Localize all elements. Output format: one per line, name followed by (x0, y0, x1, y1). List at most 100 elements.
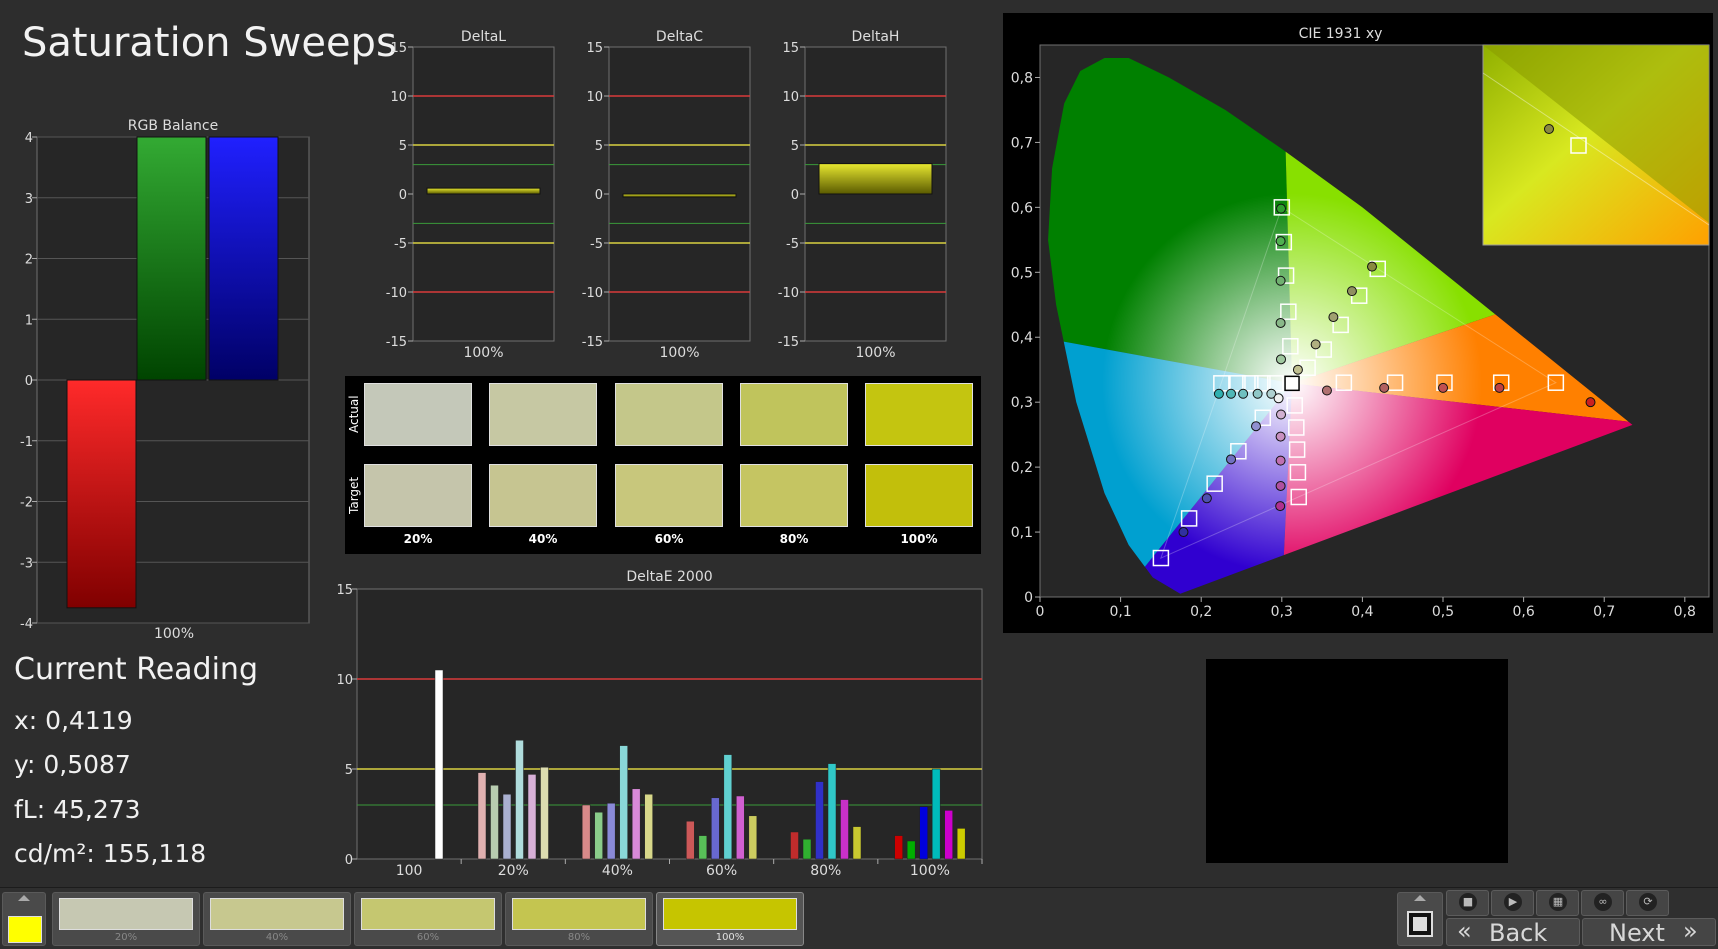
measured-point (1275, 455, 1286, 466)
deltae-bar (931, 768, 941, 860)
patch-thumbnail-button[interactable]: 100% (656, 892, 804, 946)
measured-point (1273, 393, 1284, 404)
reading-fl: fL: 45,273 (14, 795, 141, 824)
measured-point (1276, 203, 1287, 214)
rgb-tick-label: 3 (25, 192, 33, 207)
delta-tick-label: -15 (582, 335, 603, 350)
delta-tick-label: -10 (778, 286, 799, 301)
patch-thumbnail-button[interactable]: 20% (52, 892, 200, 946)
reading-x: x: 0,4119 (14, 706, 133, 735)
delta-tick-label: 15 (390, 41, 407, 56)
current-reading-title: Current Reading (14, 652, 258, 687)
delta-tick-label: 15 (782, 41, 799, 56)
chevron-up-icon (18, 895, 30, 901)
patch-thumbnail-button[interactable]: 60% (354, 892, 502, 946)
deltae-x-label: 100% (910, 863, 950, 879)
deltae-x-label: 80% (810, 863, 841, 879)
deltae-bar (631, 788, 641, 860)
film-icon: ▦ (1549, 893, 1567, 911)
deltae-bar (594, 811, 603, 860)
actual-patch (364, 383, 472, 446)
deltae-bar (698, 835, 708, 860)
cie-x-tick-label: 0,6 (1512, 604, 1534, 620)
reading-y: y: 0,5087 (14, 750, 131, 779)
delta-tick-label: 5 (399, 139, 407, 154)
measured-point (1275, 501, 1286, 512)
delta-tick-label: 5 (791, 139, 799, 154)
back-button[interactable]: « Back (1446, 917, 1580, 947)
delta-bar (622, 193, 737, 198)
measured-point (1238, 388, 1249, 399)
preview-box (1206, 659, 1508, 863)
double-chevron-left-icon: « (1457, 917, 1472, 945)
rgb-tick-label: -3 (20, 556, 33, 571)
target-marker (1284, 375, 1300, 392)
current-color-button[interactable] (2, 892, 46, 946)
deltae-x-label: 100 (396, 863, 423, 879)
deltae-bar (815, 781, 824, 860)
deltae-bar (619, 745, 628, 860)
cie-y-tick-label: 0,1 (1011, 525, 1033, 541)
cie-y-tick-label: 0 (1024, 590, 1033, 606)
reading-cdm2: cd/m²: 155,118 (14, 839, 207, 868)
film-button[interactable]: ▦ (1536, 890, 1579, 916)
measured-point (1276, 354, 1287, 365)
stop-icon (1407, 911, 1433, 937)
cie-x-tick-label: 0,8 (1674, 604, 1696, 620)
play-icon: ▶ (1504, 893, 1522, 911)
delta-tick-label: 0 (399, 188, 407, 203)
stop-button[interactable]: ■ (1446, 890, 1489, 916)
cie-x-tick-label: 0,1 (1109, 604, 1131, 620)
patch-thumbnail-button[interactable]: 40% (203, 892, 351, 946)
chevron-up-icon (1414, 895, 1426, 901)
deltae-bar (606, 802, 616, 860)
target-patch (615, 464, 723, 527)
deltae-bar (723, 754, 733, 860)
stop-icon: ■ (1459, 893, 1477, 911)
rgb-tick-label: 1 (25, 313, 33, 328)
measured-point (1494, 382, 1505, 393)
delta-tick-label: 15 (586, 41, 603, 56)
cie-x-tick-label: 0,7 (1593, 604, 1615, 620)
measured-point (1275, 480, 1286, 491)
deltae-bar (852, 826, 862, 860)
cie-x-tick-label: 0,3 (1271, 604, 1293, 620)
loop-button[interactable]: ∞ (1581, 890, 1624, 916)
delta-tick-label: -10 (582, 286, 603, 301)
cie-y-tick-label: 0,4 (1011, 330, 1033, 346)
delta-x-label: 100% (659, 345, 699, 361)
cie-chart[interactable]: CIE 1931 xy 0 0,1 0,2 0,3 0,4 0,5 0,6 0,7 0,8 0 0,1… (1003, 13, 1713, 633)
stop-toggle-button[interactable] (1397, 892, 1443, 946)
thumbnail-label: 80% (567, 932, 591, 943)
deltae-bar (711, 797, 720, 860)
deltae-tick-label: 0 (345, 853, 353, 868)
current-color-swatch (8, 916, 42, 943)
actual-patch (489, 383, 597, 446)
deltae-plot-area (356, 588, 983, 860)
delta-title: DeltaH (852, 29, 900, 45)
delta-title: DeltaC (656, 29, 703, 45)
bottom-toolbar: 20% 40% 60% 80% 100% « Back Next » ■ ▶ ▦ ∞ ⟳ (0, 887, 1718, 949)
delta-title: DeltaL (461, 29, 506, 45)
cie-x-tick-label: 0,4 (1351, 604, 1373, 620)
delta-tick-label: 0 (791, 188, 799, 203)
deltae-bar (527, 774, 537, 860)
delta-x-label: 100% (855, 345, 895, 361)
delta-tick-label: -15 (386, 335, 407, 350)
measured-point (1275, 236, 1286, 247)
measured-point (1275, 431, 1286, 442)
delta-tick-label: 10 (782, 90, 799, 105)
refresh-button[interactable]: ⟳ (1626, 890, 1669, 916)
patch-label: 40% (528, 532, 558, 546)
patch-thumbnail-button[interactable]: 80% (505, 892, 653, 946)
deltae-bar (736, 795, 745, 860)
measured-point (1276, 409, 1287, 420)
next-button[interactable]: Next » (1582, 917, 1716, 947)
measured-point (1328, 312, 1339, 323)
deltae-bar (686, 820, 695, 860)
double-chevron-right-icon: » (1683, 917, 1698, 945)
play-button[interactable]: ▶ (1491, 890, 1534, 916)
thumbnail-swatch (663, 898, 797, 930)
swatch-row-label: Actual (347, 395, 361, 433)
swatch-row-label: Target (347, 476, 361, 514)
